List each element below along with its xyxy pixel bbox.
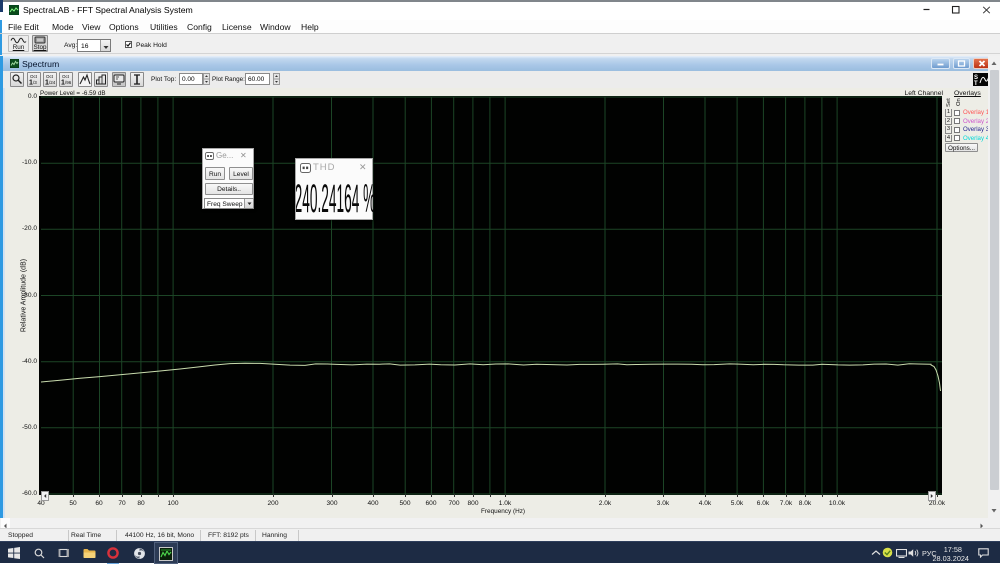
svg-text:/24: /24: [49, 80, 56, 85]
svg-text:Oct: Oct: [62, 74, 70, 79]
svg-text:/96: /96: [65, 80, 72, 85]
svg-text:Oct: Oct: [30, 74, 38, 79]
svg-text:T: T: [974, 81, 978, 86]
svg-text:Oct: Oct: [46, 74, 54, 79]
svg-text:/3: /3: [33, 80, 37, 85]
